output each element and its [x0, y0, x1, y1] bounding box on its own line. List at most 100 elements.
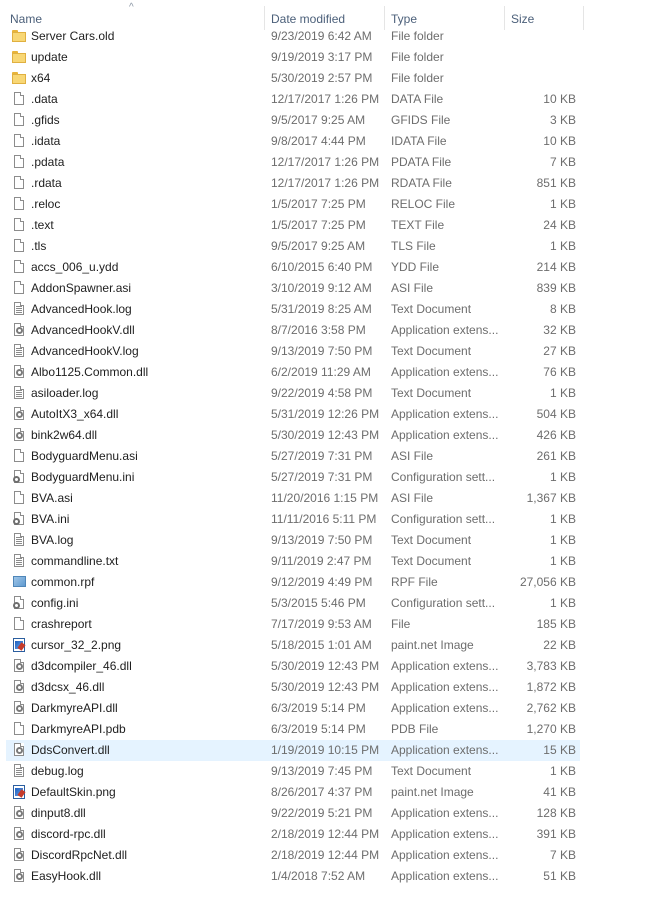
file-name[interactable]: config.ini [31, 596, 263, 611]
file-row[interactable]: crashreport 7/17/2019 9:53 AM File 185 KB [0, 614, 671, 635]
file-row[interactable]: DiscordRpcNet.dll 2/18/2019 12:44 PM Appli… [0, 845, 671, 866]
file-row[interactable]: BodyguardMenu.asi 5/27/2019 7:31 PM ASI Fi… [0, 446, 671, 467]
file-row[interactable]: discord-rpc.dll 2/18/2019 12:44 PM Applica… [0, 824, 671, 845]
file-row[interactable]: d3dcompiler_46.dll 5/30/2019 12:43 PM Appl… [0, 656, 671, 677]
file-row[interactable]: x64 5/30/2019 2:57 PM File folder [0, 68, 671, 89]
file-row[interactable]: commandline.txt 9/11/2019 2:47 PM Text Doc… [0, 551, 671, 572]
file-row[interactable]: d3dcsx_46.dll 5/30/2019 12:43 PM Applicati… [0, 677, 671, 698]
file-name[interactable]: .text [31, 218, 263, 233]
file-name[interactable]: Server Cars.old [31, 29, 263, 44]
file-type: paint.net Image [391, 785, 474, 799]
file-row[interactable]: .rdata 12/17/2017 1:26 PM RDATA File 851 KB [0, 173, 671, 194]
file-name[interactable]: dinput8.dll [31, 806, 263, 821]
sort-ascending-icon[interactable]: ^ [129, 2, 134, 13]
file-name[interactable]: cursor_32_2.png [31, 638, 263, 653]
file-type: File folder [391, 29, 444, 43]
file-name[interactable]: AdvancedHookV.log [31, 344, 263, 359]
file-row[interactable]: .pdata 12/17/2017 1:26 PM PDATA File 7 KB [0, 152, 671, 173]
file-row[interactable]: EasyHook.dll 1/4/2018 7:52 AM Application … [0, 866, 671, 887]
file-name[interactable]: DdsConvert.dll [31, 743, 263, 758]
file-date-modified: 6/10/2015 6:40 PM [271, 260, 373, 274]
file-name[interactable]: DefaultSkin.png [31, 785, 263, 800]
file-row[interactable]: debug.log 9/13/2019 7:45 PM Text Document 1… [0, 761, 671, 782]
column-header-name[interactable]: Name [10, 12, 42, 26]
file-row[interactable]: DarkmyreAPI.dll 6/3/2019 5:14 PM Applicati… [0, 698, 671, 719]
file-row[interactable]: common.rpf 9/12/2019 4:49 PM RPF File 27,05… [0, 572, 671, 593]
file-name[interactable]: .pdata [31, 155, 263, 170]
file-name[interactable]: AddonSpawner.asi [31, 281, 263, 296]
file-name[interactable]: common.rpf [31, 575, 263, 590]
column-header-type[interactable]: Type [391, 12, 417, 26]
file-name[interactable]: .data [31, 92, 263, 107]
file-row[interactable]: asiloader.log 9/22/2019 4:58 PM Text Docum… [0, 383, 671, 404]
file-row[interactable]: AutoItX3_x64.dll 5/31/2019 12:26 PM Applic… [0, 404, 671, 425]
file-row[interactable]: DefaultSkin.png 8/26/2017 4:37 PM paint.ne… [0, 782, 671, 803]
file-name[interactable]: d3dcsx_46.dll [31, 680, 263, 695]
file-name[interactable]: debug.log [31, 764, 263, 779]
file-date-modified: 2/18/2019 12:44 PM [271, 827, 380, 841]
file-row[interactable]: .tls 9/5/2017 9:25 AM TLS File 1 KB [0, 236, 671, 257]
file-name[interactable]: AdvancedHook.log [31, 302, 263, 317]
file-name[interactable]: DarkmyreAPI.dll [31, 701, 263, 716]
file-name[interactable]: x64 [31, 71, 263, 86]
file-date-modified: 9/12/2019 4:49 PM [271, 575, 373, 589]
file-type: File folder [391, 50, 444, 64]
file-name[interactable]: crashreport [31, 617, 263, 632]
file-icon [12, 238, 26, 254]
file-name[interactable]: BVA.asi [31, 491, 263, 506]
file-name[interactable]: BodyguardMenu.ini [31, 470, 263, 485]
file-name[interactable]: BodyguardMenu.asi [31, 449, 263, 464]
file-row[interactable]: AdvancedHookV.dll 8/7/2016 3:58 PM Applica… [0, 320, 671, 341]
file-row[interactable]: DarkmyreAPI.pdb 6/3/2019 5:14 PM PDB File 1… [0, 719, 671, 740]
file-row[interactable]: BVA.ini 11/11/2016 5:11 PM Configuration s… [0, 509, 671, 530]
file-name[interactable]: discord-rpc.dll [31, 827, 263, 842]
file-row[interactable]: .reloc 1/5/2017 7:25 PM RELOC File 1 KB [0, 194, 671, 215]
file-type: Configuration sett... [391, 512, 496, 526]
file-date-modified: 9/13/2019 7:45 PM [271, 764, 373, 778]
file-name[interactable]: accs_006_u.ydd [31, 260, 263, 275]
file-row[interactable]: AdvancedHookV.log 9/13/2019 7:50 PM Text D… [0, 341, 671, 362]
file-name[interactable]: .reloc [31, 197, 263, 212]
file-row[interactable]: cursor_32_2.png 5/18/2015 1:01 AM paint.ne… [0, 635, 671, 656]
file-name[interactable]: .idata [31, 134, 263, 149]
file-row[interactable]: dinput8.dll 9/22/2019 5:21 PM Application … [0, 803, 671, 824]
file-row[interactable]: Server Cars.old 9/23/2019 6:42 AM File fol… [0, 26, 671, 47]
file-name[interactable]: BVA.ini [31, 512, 263, 527]
file-name[interactable]: DiscordRpcNet.dll [31, 848, 263, 863]
file-date-modified: 5/3/2015 5:46 PM [271, 596, 366, 610]
file-name[interactable]: Albo1125.Common.dll [31, 365, 263, 380]
file-name[interactable]: bink2w64.dll [31, 428, 263, 443]
file-name[interactable]: DarkmyreAPI.pdb [31, 722, 263, 737]
file-name[interactable]: asiloader.log [31, 386, 263, 401]
dll-icon [12, 805, 26, 821]
file-row[interactable]: BVA.log 9/13/2019 7:50 PM Text Document 1 K… [0, 530, 671, 551]
file-name[interactable]: .tls [31, 239, 263, 254]
column-header-date-modified[interactable]: Date modified [271, 12, 345, 26]
file-name[interactable]: EasyHook.dll [31, 869, 263, 884]
file-name[interactable]: commandline.txt [31, 554, 263, 569]
file-name[interactable]: .rdata [31, 176, 263, 191]
file-row[interactable]: DdsConvert.dll 1/19/2019 10:15 PM Applicat… [0, 740, 671, 761]
file-row[interactable]: AddonSpawner.asi 3/10/2019 9:12 AM ASI Fil… [0, 278, 671, 299]
file-row[interactable]: .gfids 9/5/2017 9:25 AM GFIDS File 3 KB [0, 110, 671, 131]
file-row[interactable]: BodyguardMenu.ini 5/27/2019 7:31 PM Config… [0, 467, 671, 488]
file-row[interactable]: .data 12/17/2017 1:26 PM DATA File 10 KB [0, 89, 671, 110]
file-row[interactable]: bink2w64.dll 5/30/2019 12:43 PM Applicatio… [0, 425, 671, 446]
file-row[interactable]: BVA.asi 11/20/2016 1:15 PM ASI File 1,367 K… [0, 488, 671, 509]
file-icon [12, 91, 26, 107]
file-row[interactable]: Albo1125.Common.dll 6/2/2019 11:29 AM Appl… [0, 362, 671, 383]
file-name[interactable]: BVA.log [31, 533, 263, 548]
file-type: Application extens... [391, 680, 499, 694]
file-name[interactable]: d3dcompiler_46.dll [31, 659, 263, 674]
file-name[interactable]: AutoItX3_x64.dll [31, 407, 263, 422]
file-name[interactable]: update [31, 50, 263, 65]
file-row[interactable]: accs_006_u.ydd 6/10/2015 6:40 PM YDD File 2… [0, 257, 671, 278]
column-header-size[interactable]: Size [511, 12, 534, 26]
file-row[interactable]: config.ini 5/3/2015 5:46 PM Configuration … [0, 593, 671, 614]
file-row[interactable]: .text 1/5/2017 7:25 PM TEXT File 24 KB [0, 215, 671, 236]
file-name[interactable]: AdvancedHookV.dll [31, 323, 263, 338]
file-row[interactable]: AdvancedHook.log 5/31/2019 8:25 AM Text Do… [0, 299, 671, 320]
file-row[interactable]: .idata 9/8/2017 4:44 PM IDATA File 10 KB [0, 131, 671, 152]
file-row[interactable]: update 9/19/2019 3:17 PM File folder [0, 47, 671, 68]
file-name[interactable]: .gfids [31, 113, 263, 128]
